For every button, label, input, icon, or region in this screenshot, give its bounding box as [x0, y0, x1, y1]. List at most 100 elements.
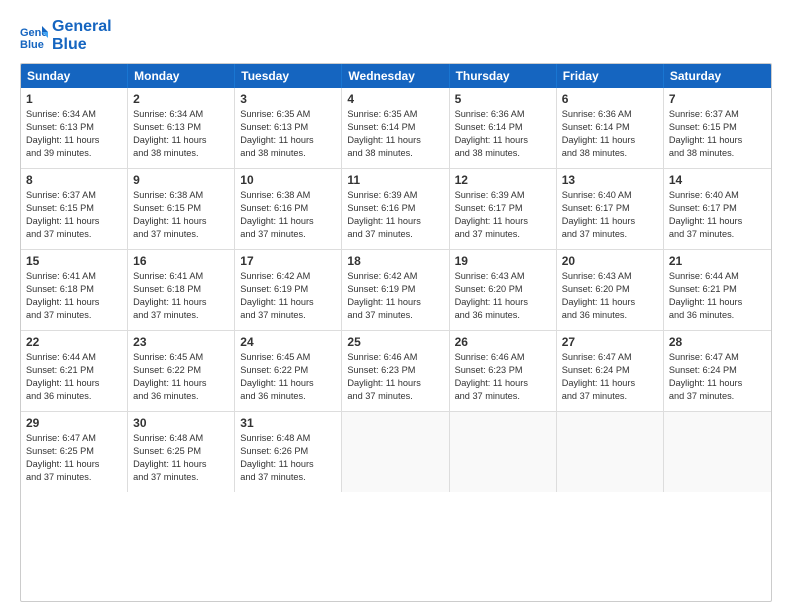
calendar-cell-day-21: 21Sunrise: 6:44 AMSunset: 6:21 PMDayligh…	[664, 250, 771, 330]
cell-info-line: Sunset: 6:13 PM	[240, 121, 336, 134]
calendar-cell-day-22: 22Sunrise: 6:44 AMSunset: 6:21 PMDayligh…	[21, 331, 128, 411]
day-number: 1	[26, 92, 122, 106]
calendar-cell-day-11: 11Sunrise: 6:39 AMSunset: 6:16 PMDayligh…	[342, 169, 449, 249]
day-number: 5	[455, 92, 551, 106]
cell-info-line: and 37 minutes.	[240, 228, 336, 241]
calendar-cell-day-31: 31Sunrise: 6:48 AMSunset: 6:26 PMDayligh…	[235, 412, 342, 492]
header-day-saturday: Saturday	[664, 64, 771, 88]
cell-info-line: Daylight: 11 hours	[133, 296, 229, 309]
day-number: 26	[455, 335, 551, 349]
calendar-cell-day-2: 2Sunrise: 6:34 AMSunset: 6:13 PMDaylight…	[128, 88, 235, 168]
cell-info-line: Sunset: 6:19 PM	[347, 283, 443, 296]
calendar-cell-day-30: 30Sunrise: 6:48 AMSunset: 6:25 PMDayligh…	[128, 412, 235, 492]
calendar-cell-day-23: 23Sunrise: 6:45 AMSunset: 6:22 PMDayligh…	[128, 331, 235, 411]
calendar-header: SundayMondayTuesdayWednesdayThursdayFrid…	[21, 64, 771, 88]
header-day-tuesday: Tuesday	[235, 64, 342, 88]
cell-info-line: Sunset: 6:16 PM	[240, 202, 336, 215]
day-number: 27	[562, 335, 658, 349]
cell-info-line: Sunrise: 6:40 AM	[669, 189, 766, 202]
cell-info-line: and 38 minutes.	[562, 147, 658, 160]
cell-info-line: and 38 minutes.	[455, 147, 551, 160]
calendar-cell-day-14: 14Sunrise: 6:40 AMSunset: 6:17 PMDayligh…	[664, 169, 771, 249]
cell-info-line: and 37 minutes.	[240, 309, 336, 322]
calendar-cell-empty	[557, 412, 664, 492]
header-day-thursday: Thursday	[450, 64, 557, 88]
cell-info-line: Sunset: 6:14 PM	[455, 121, 551, 134]
calendar-week-3: 15Sunrise: 6:41 AMSunset: 6:18 PMDayligh…	[21, 250, 771, 331]
cell-info-line: and 37 minutes.	[26, 228, 122, 241]
cell-info-line: Sunrise: 6:41 AM	[26, 270, 122, 283]
calendar-cell-empty	[450, 412, 557, 492]
day-number: 6	[562, 92, 658, 106]
cell-info-line: Sunrise: 6:43 AM	[562, 270, 658, 283]
header-day-friday: Friday	[557, 64, 664, 88]
cell-info-line: Sunrise: 6:44 AM	[669, 270, 766, 283]
cell-info-line: and 37 minutes.	[347, 309, 443, 322]
cell-info-line: Sunset: 6:15 PM	[133, 202, 229, 215]
day-number: 31	[240, 416, 336, 430]
cell-info-line: Sunset: 6:23 PM	[455, 364, 551, 377]
day-number: 15	[26, 254, 122, 268]
cell-info-line: Sunset: 6:25 PM	[26, 445, 122, 458]
cell-info-line: Daylight: 11 hours	[562, 377, 658, 390]
cell-info-line: Daylight: 11 hours	[133, 134, 229, 147]
cell-info-line: Sunrise: 6:41 AM	[133, 270, 229, 283]
cell-info-line: Sunrise: 6:36 AM	[562, 108, 658, 121]
cell-info-line: Daylight: 11 hours	[347, 215, 443, 228]
cell-info-line: Sunrise: 6:37 AM	[669, 108, 766, 121]
cell-info-line: Sunrise: 6:42 AM	[240, 270, 336, 283]
cell-info-line: and 36 minutes.	[562, 309, 658, 322]
day-number: 7	[669, 92, 766, 106]
calendar-cell-day-16: 16Sunrise: 6:41 AMSunset: 6:18 PMDayligh…	[128, 250, 235, 330]
day-number: 4	[347, 92, 443, 106]
cell-info-line: and 37 minutes.	[347, 228, 443, 241]
cell-info-line: Sunrise: 6:39 AM	[347, 189, 443, 202]
cell-info-line: Sunset: 6:22 PM	[133, 364, 229, 377]
cell-info-line: Sunrise: 6:35 AM	[240, 108, 336, 121]
cell-info-line: and 36 minutes.	[455, 309, 551, 322]
cell-info-line: Daylight: 11 hours	[562, 215, 658, 228]
day-number: 20	[562, 254, 658, 268]
cell-info-line: Sunset: 6:22 PM	[240, 364, 336, 377]
cell-info-line: Sunset: 6:14 PM	[562, 121, 658, 134]
cell-info-line: Sunrise: 6:34 AM	[133, 108, 229, 121]
cell-info-line: Sunrise: 6:38 AM	[240, 189, 336, 202]
calendar-cell-day-12: 12Sunrise: 6:39 AMSunset: 6:17 PMDayligh…	[450, 169, 557, 249]
calendar: SundayMondayTuesdayWednesdayThursdayFrid…	[20, 63, 772, 602]
cell-info-line: Daylight: 11 hours	[669, 134, 766, 147]
cell-info-line: Sunset: 6:24 PM	[669, 364, 766, 377]
cell-info-line: Sunset: 6:15 PM	[669, 121, 766, 134]
cell-info-line: Sunset: 6:17 PM	[455, 202, 551, 215]
calendar-cell-day-10: 10Sunrise: 6:38 AMSunset: 6:16 PMDayligh…	[235, 169, 342, 249]
cell-info-line: Sunset: 6:15 PM	[26, 202, 122, 215]
day-number: 8	[26, 173, 122, 187]
day-number: 30	[133, 416, 229, 430]
calendar-cell-day-6: 6Sunrise: 6:36 AMSunset: 6:14 PMDaylight…	[557, 88, 664, 168]
cell-info-line: Daylight: 11 hours	[240, 134, 336, 147]
logo-line2: Blue	[52, 36, 112, 54]
cell-info-line: Daylight: 11 hours	[562, 296, 658, 309]
day-number: 9	[133, 173, 229, 187]
day-number: 13	[562, 173, 658, 187]
cell-info-line: Sunrise: 6:45 AM	[133, 351, 229, 364]
cell-info-line: and 38 minutes.	[133, 147, 229, 160]
calendar-week-4: 22Sunrise: 6:44 AMSunset: 6:21 PMDayligh…	[21, 331, 771, 412]
cell-info-line: Daylight: 11 hours	[240, 377, 336, 390]
cell-info-line: and 37 minutes.	[669, 390, 766, 403]
calendar-cell-day-25: 25Sunrise: 6:46 AMSunset: 6:23 PMDayligh…	[342, 331, 449, 411]
cell-info-line: Sunrise: 6:43 AM	[455, 270, 551, 283]
cell-info-line: Daylight: 11 hours	[26, 296, 122, 309]
day-number: 29	[26, 416, 122, 430]
cell-info-line: Daylight: 11 hours	[133, 458, 229, 471]
cell-info-line: Sunset: 6:13 PM	[133, 121, 229, 134]
calendar-cell-day-26: 26Sunrise: 6:46 AMSunset: 6:23 PMDayligh…	[450, 331, 557, 411]
day-number: 23	[133, 335, 229, 349]
day-number: 17	[240, 254, 336, 268]
day-number: 21	[669, 254, 766, 268]
cell-info-line: Daylight: 11 hours	[26, 377, 122, 390]
cell-info-line: and 38 minutes.	[240, 147, 336, 160]
calendar-cell-day-24: 24Sunrise: 6:45 AMSunset: 6:22 PMDayligh…	[235, 331, 342, 411]
calendar-cell-day-15: 15Sunrise: 6:41 AMSunset: 6:18 PMDayligh…	[21, 250, 128, 330]
calendar-cell-day-3: 3Sunrise: 6:35 AMSunset: 6:13 PMDaylight…	[235, 88, 342, 168]
calendar-week-2: 8Sunrise: 6:37 AMSunset: 6:15 PMDaylight…	[21, 169, 771, 250]
